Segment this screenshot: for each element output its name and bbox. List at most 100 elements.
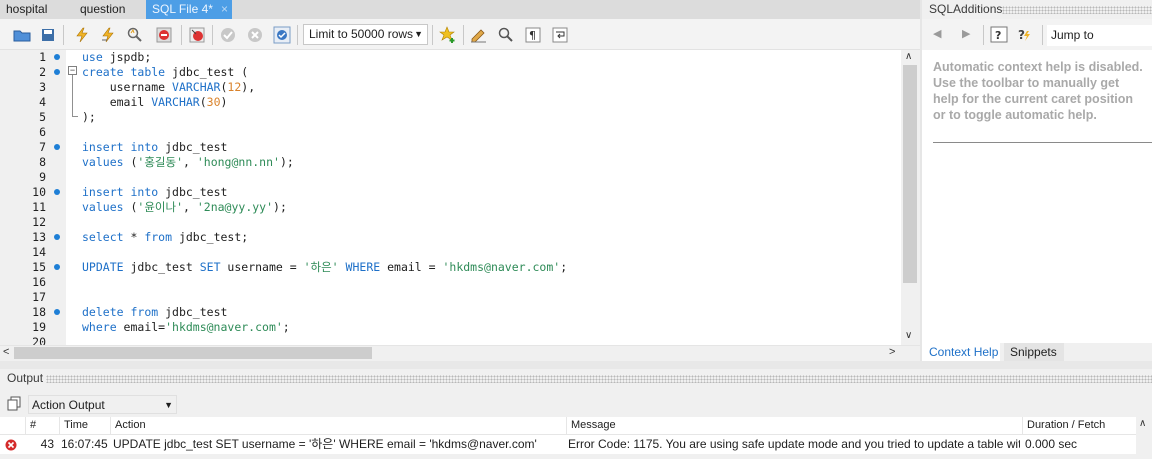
row-limit-select[interactable]: Limit to 50000 rows ▼: [303, 24, 428, 45]
scroll-up-icon[interactable]: ∧: [1139, 418, 1146, 429]
close-tab-icon[interactable]: ×: [221, 0, 228, 18]
toggle-error-stop-icon[interactable]: [186, 24, 208, 46]
line-number: 4: [39, 95, 46, 109]
line-number: 7: [39, 140, 46, 154]
line-number: 11: [32, 200, 46, 214]
code-line[interactable]: username VARCHAR(12),: [82, 80, 255, 95]
scroll-down-icon[interactable]: ∨: [905, 330, 912, 341]
find-icon[interactable]: [495, 24, 517, 46]
output-splitter[interactable]: [0, 361, 1152, 369]
line-number: 16: [32, 275, 46, 289]
row-number: 43: [40, 437, 54, 451]
scroll-up-icon[interactable]: ∧: [905, 51, 912, 62]
code-line[interactable]: where email='hkdms@naver.com';: [82, 320, 290, 335]
autocommit-icon[interactable]: [271, 24, 293, 46]
column-header-action[interactable]: Action: [110, 417, 566, 435]
vertical-scroll-thumb[interactable]: [903, 65, 917, 283]
row-time: 16:07:45: [61, 437, 108, 451]
execute-icon[interactable]: [71, 24, 93, 46]
line-number: 9: [39, 170, 46, 184]
code-line[interactable]: select * from jdbc_test;: [82, 230, 248, 245]
line-number: 10: [32, 185, 46, 199]
forward-icon[interactable]: ▶: [962, 27, 970, 40]
chevron-down-icon: ▼: [414, 29, 423, 39]
toolbar-separator: [1042, 25, 1043, 45]
column-header-duration[interactable]: Duration / Fetch: [1022, 417, 1136, 435]
line-number: 8: [39, 155, 46, 169]
code-line[interactable]: insert into jdbc_test: [82, 185, 227, 200]
commit-icon[interactable]: [217, 24, 239, 46]
line-number: 17: [32, 290, 46, 304]
column-header-number[interactable]: #: [25, 417, 59, 435]
code-line[interactable]: insert into jdbc_test: [82, 140, 227, 155]
row-action: UPDATE jdbc_test SET username = '하은' WHE…: [113, 437, 537, 451]
statement-marker-icon: [54, 264, 60, 270]
statement-marker-icon: [54, 309, 60, 315]
code-line[interactable]: UPDATE jdbc_test SET username = '하은' WHE…: [82, 260, 567, 275]
back-icon[interactable]: ◀: [933, 27, 941, 40]
line-number: 18: [32, 305, 46, 319]
toolbar-separator: [212, 25, 213, 45]
horizontal-scroll-thumb[interactable]: [14, 347, 372, 359]
code-line[interactable]: email VARCHAR(30): [82, 95, 228, 110]
column-header-message[interactable]: Message: [566, 417, 1022, 435]
toolbar-separator: [181, 25, 182, 45]
line-number: 13: [32, 230, 46, 244]
stop-icon[interactable]: [153, 24, 175, 46]
jump-to-select[interactable]: Jump to: [1047, 25, 1152, 46]
open-file-icon[interactable]: [11, 24, 33, 46]
chevron-down-icon: ▼: [164, 400, 173, 410]
statement-marker-icon: [54, 69, 60, 75]
line-number: 19: [32, 320, 46, 334]
explain-icon[interactable]: [124, 24, 146, 46]
fold-toggle-icon[interactable]: −: [68, 66, 77, 75]
statement-marker-icon: [54, 234, 60, 240]
line-number: 2: [39, 65, 46, 79]
code-line[interactable]: values ('홍길동', 'hong@nn.nn');: [82, 155, 294, 170]
statement-marker-icon: [54, 144, 60, 150]
code-line[interactable]: values ('윤이나', '2na@yy.yy');: [82, 200, 287, 215]
rollback-icon[interactable]: [244, 24, 266, 46]
action-output-select[interactable]: Action Output ▼: [28, 395, 177, 414]
scroll-left-icon[interactable]: <: [3, 346, 9, 358]
code-line[interactable]: use jspdb;: [82, 50, 151, 65]
invisible-chars-icon[interactable]: ¶: [522, 24, 544, 46]
line-number: 12: [32, 215, 46, 229]
tab-context-help[interactable]: Context Help: [922, 343, 1000, 361]
line-number: 6: [39, 125, 46, 139]
tab-snippets[interactable]: Snippets: [1004, 343, 1064, 361]
code-line[interactable]: create table jdbc_test (: [82, 65, 248, 80]
toolbar-separator: [63, 25, 64, 45]
svg-text:¶: ¶: [529, 29, 536, 42]
line-number: 15: [32, 260, 46, 274]
row-duration: 0.000 sec: [1025, 437, 1078, 451]
svg-text:?: ?: [1018, 28, 1025, 42]
auto-help-icon[interactable]: ?: [1016, 26, 1034, 46]
word-wrap-icon[interactable]: [549, 24, 571, 46]
copy-icon[interactable]: [7, 396, 21, 414]
code-line[interactable]: delete from jdbc_test: [82, 305, 227, 320]
add-snippet-icon[interactable]: [437, 24, 459, 46]
fold-line: [72, 75, 73, 116]
tab-hospital[interactable]: hospital: [0, 0, 74, 19]
code-line[interactable]: );: [82, 110, 96, 125]
beautify-icon[interactable]: [468, 24, 490, 46]
fold-line-end: [72, 116, 78, 117]
column-header-time[interactable]: Time: [59, 417, 110, 435]
row-message: Error Code: 1175. You are using safe upd…: [568, 437, 1020, 451]
divider: [933, 142, 1152, 143]
manual-help-icon[interactable]: ?: [990, 26, 1008, 46]
toolbar-separator: [432, 25, 433, 45]
save-icon[interactable]: [37, 24, 59, 46]
error-icon: [5, 439, 17, 454]
line-number: 3: [39, 80, 46, 94]
execute-current-icon[interactable]: [97, 24, 119, 46]
line-number: 5: [39, 110, 46, 124]
scroll-right-icon[interactable]: >: [889, 346, 895, 358]
tab-question[interactable]: question: [74, 0, 146, 19]
context-help-message: Automatic context help is disabled. Use …: [933, 60, 1143, 122]
line-number: 1: [39, 50, 46, 64]
tab-sql-file-4[interactable]: SQL File 4* ×: [146, 0, 232, 19]
statement-marker-icon: [54, 189, 60, 195]
line-number: 14: [32, 245, 46, 259]
